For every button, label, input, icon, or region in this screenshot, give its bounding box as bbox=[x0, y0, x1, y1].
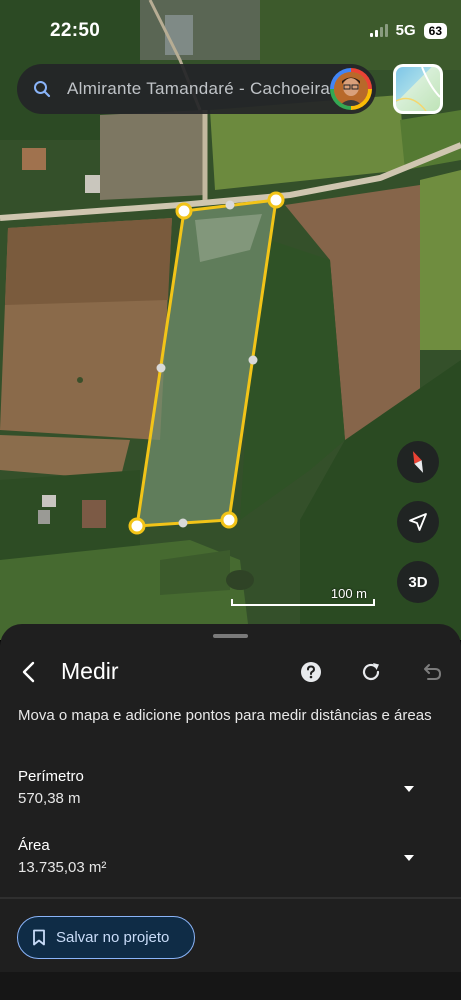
map-thumbnail-icon bbox=[396, 67, 440, 111]
view-3d-label: 3D bbox=[408, 573, 428, 591]
area-unit-dropdown[interactable] bbox=[396, 845, 422, 871]
map-layers-button[interactable] bbox=[393, 64, 443, 114]
reset-button[interactable] bbox=[355, 656, 387, 688]
undo-button[interactable] bbox=[415, 656, 447, 688]
perimeter-label: Perímetro bbox=[18, 768, 84, 785]
bookmark-icon bbox=[33, 929, 45, 946]
search-location-text[interactable]: Almirante Tamandaré - Cachoeira bbox=[67, 79, 330, 99]
divider bbox=[0, 897, 461, 899]
network-type: 5G bbox=[395, 22, 416, 39]
battery-badge: 63 bbox=[423, 22, 447, 39]
drag-handle[interactable] bbox=[213, 634, 248, 638]
undo-icon bbox=[424, 664, 442, 680]
satellite-map[interactable]: 22:50 5G 63 Almirante Tamandaré - Cachoe… bbox=[0, 0, 461, 640]
area-row[interactable]: Área 13.735,03 m² bbox=[0, 837, 461, 887]
view-3d-button[interactable]: 3D bbox=[397, 561, 439, 603]
area-value: 13.735,03 m² bbox=[18, 859, 107, 876]
profile-photo bbox=[334, 72, 368, 106]
status-time: 22:50 bbox=[50, 20, 101, 41]
my-location-button[interactable] bbox=[397, 501, 439, 543]
scale-line bbox=[231, 599, 375, 606]
panel-title: Medir bbox=[61, 658, 119, 684]
perimeter-unit-dropdown[interactable] bbox=[396, 776, 422, 802]
instructions-text: Mova o mapa e adicione pontos para medir… bbox=[18, 707, 432, 724]
compass-button[interactable] bbox=[397, 441, 439, 483]
compass-icon bbox=[412, 451, 424, 473]
system-navigation-bar bbox=[0, 972, 461, 1000]
avatar[interactable] bbox=[330, 68, 372, 110]
caret-down-icon bbox=[404, 786, 414, 792]
help-button[interactable] bbox=[295, 656, 327, 688]
status-bar: 22:50 5G 63 bbox=[0, 0, 461, 62]
chevron-left-icon bbox=[22, 661, 35, 683]
perimeter-value: 570,38 m bbox=[18, 790, 81, 807]
perimeter-row[interactable]: Perímetro 570,38 m bbox=[0, 768, 461, 818]
back-button[interactable] bbox=[12, 656, 44, 688]
search-icon[interactable] bbox=[17, 64, 67, 114]
status-indicators: 5G 63 bbox=[369, 22, 447, 39]
save-button-label: Salvar no projeto bbox=[56, 929, 170, 946]
search-bar[interactable]: Almirante Tamandaré - Cachoeira bbox=[17, 64, 376, 114]
navigation-arrow-icon bbox=[409, 513, 427, 531]
measure-panel: Medir Mova o mapa e adicione pontos para… bbox=[0, 624, 461, 1000]
save-to-project-button[interactable]: Salvar no projeto bbox=[17, 916, 195, 959]
refresh-icon bbox=[362, 663, 380, 681]
panel-header: Medir bbox=[0, 654, 461, 690]
map-scale-bar: 100 m bbox=[231, 586, 375, 606]
help-icon bbox=[301, 662, 321, 682]
area-label: Área bbox=[18, 837, 50, 854]
caret-down-icon bbox=[404, 855, 414, 861]
signal-icon bbox=[369, 24, 388, 37]
